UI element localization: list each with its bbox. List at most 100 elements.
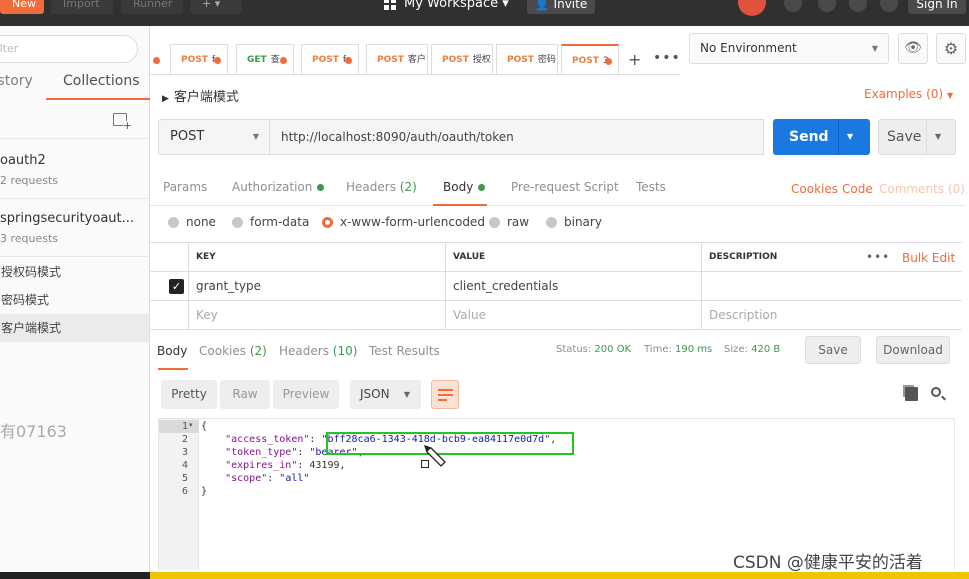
sign-in-button[interactable]: Sign In [908,0,966,14]
save-response-button[interactable]: Save [805,336,861,364]
line-number: 1 [181,421,188,432]
radio-form-data[interactable]: form-data [232,215,309,229]
chevron-down-icon[interactable]: ▼ [847,119,853,155]
unsaved-dot [214,57,221,64]
wrench-icon[interactable] [818,0,836,12]
value-placeholder[interactable]: Value [445,301,702,329]
tab-params[interactable]: Params [163,180,207,194]
more-tabs-icon[interactable]: ••• [653,50,681,66]
new-button[interactable]: New [0,0,44,14]
request-tab[interactable]: POST 客户 [366,44,428,74]
request-tab-active[interactable]: POST3 [561,44,619,74]
eye-icon[interactable]: 👁 [898,33,928,64]
key-placeholder[interactable]: Key [188,301,446,329]
preview-button[interactable]: Preview [273,380,339,409]
response-tab-body[interactable]: Body [157,344,187,358]
radio-none[interactable]: none [168,215,216,229]
environment-select[interactable]: No Environment ▼ [689,33,889,64]
send-button[interactable]: Send ▼ [773,119,870,155]
tab-prerequest[interactable]: Pre-request Script [511,180,619,194]
radio-label: form-data [250,215,310,229]
request-tab[interactable]: POSTf [170,44,228,74]
chevron-down-icon[interactable]: ▼ [935,120,941,154]
response-tab-headers[interactable]: Headers (10) [279,344,357,358]
active-tab-indicator [46,98,150,100]
params-table: KEY VALUE DESCRIPTION ••• Bulk Edit ✓ gr… [150,242,962,330]
active-dot [317,184,325,191]
tab-history[interactable]: History [0,73,33,89]
gear-icon[interactable]: ⚙ [936,33,966,64]
request-item[interactable]: 授权码模式 [0,258,149,286]
tab-method: POST [442,55,469,65]
tab-collections[interactable]: Collections [63,73,140,89]
bulk-edit-link[interactable]: Bulk Edit [902,251,955,265]
tab-tests[interactable]: Tests [636,180,666,194]
request-tab[interactable]: POSTf [301,44,359,74]
headers-count: (2) [399,180,417,194]
request-tab[interactable]: POST 授权 [431,44,493,74]
response-tab-tests[interactable]: Test Results [369,344,440,358]
active-tab-indicator [158,368,188,370]
radio-label: binary [564,215,602,229]
value-cell[interactable]: client_credentials [445,272,702,300]
filter-input[interactable]: Filter [0,35,138,63]
format-type-select[interactable]: JSON ▼ [350,380,421,409]
radio-binary[interactable]: binary [546,215,602,229]
sync-icon[interactable] [738,0,766,16]
import-button[interactable]: Import [51,0,113,14]
chevron-down-icon: ▼ [252,132,259,141]
breadcrumb[interactable]: ▶ 客户端模式 [162,86,239,105]
sidebar: Filter History Collections oauth2 2 requ… [0,26,150,579]
divider [0,256,149,257]
tab-authorization[interactable]: Authorization [232,180,325,194]
tab-body[interactable]: Body [443,180,486,194]
comments-link[interactable]: Comments (0) [879,182,965,196]
raw-button[interactable]: Raw [220,380,270,409]
tab-method: POST [181,55,208,65]
runner-button[interactable]: Runner [121,0,183,14]
add-tab-dropdown[interactable]: + ▾ [190,0,242,14]
radio-icon [546,217,557,228]
row-checkbox[interactable]: ✓ [169,279,184,294]
heart-icon[interactable] [880,0,898,12]
description-cell[interactable] [701,272,962,300]
wrap-lines-icon[interactable] [431,380,459,409]
request-item[interactable]: 密码模式 [0,286,149,314]
tab-method: POST [507,55,534,65]
status-value: 200 OK [594,344,632,355]
collection-name[interactable]: oauth2 [0,153,46,168]
response-tabs: Body Cookies (2) Headers (10) Test Resul… [150,334,965,372]
radio-urlencoded[interactable]: x-www-form-urlencoded [322,215,485,229]
request-item-selected[interactable]: 客户端模式 [0,314,149,342]
save-button[interactable]: Save ▼ [878,119,956,155]
invite-button[interactable]: 👤 Invite [527,0,595,14]
fold-icon[interactable]: ▾ [189,421,193,429]
tab-headers[interactable]: Headers (2) [346,180,417,194]
workspace-selector[interactable]: My Workspace ▾ [384,0,509,14]
request-tab[interactable]: GET 查 [236,44,294,74]
new-collection-icon[interactable] [113,113,132,131]
radio-raw[interactable]: raw [489,215,529,229]
code-link[interactable]: Code [842,182,873,196]
search-icon[interactable] [931,387,941,397]
chevron-down-icon: ▾ [502,0,509,11]
more-options-icon[interactable]: ••• [866,250,890,264]
description-placeholder[interactable]: Description [701,301,962,329]
url-input[interactable]: http://localhost:8090/auth/oauth/token [269,119,764,155]
satellite-icon[interactable] [784,0,802,12]
copy-icon[interactable] [905,387,918,401]
request-tab[interactable]: POST 密码 [496,44,558,74]
divider [838,119,839,155]
cookies-link[interactable]: Cookies [791,182,838,196]
response-tab-cookies[interactable]: Cookies (2) [199,344,267,358]
examples-dropdown[interactable]: Examples (0) ▼ [864,87,953,101]
download-button[interactable]: Download [876,336,950,364]
key-cell[interactable]: grant_type [188,272,446,300]
pretty-button[interactable]: Pretty [161,380,217,409]
collection-name[interactable]: springsecurityoaut... [0,211,134,226]
bell-icon[interactable] [849,0,867,12]
invite-label: Invite [553,0,588,11]
line-number: 6 [181,486,188,497]
method-select[interactable]: POST ▼ [158,119,270,155]
add-tab-icon[interactable]: + [628,50,641,69]
